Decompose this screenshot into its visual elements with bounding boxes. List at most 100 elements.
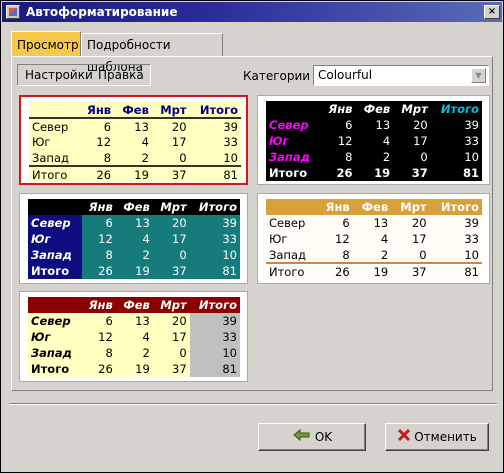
header-cell: Фев — [115, 199, 153, 215]
ok-label: OK — [314, 430, 333, 444]
value-cell: 17 — [393, 133, 431, 149]
value-cell: 33 — [430, 133, 482, 149]
value-cell: 13 — [115, 313, 153, 329]
header-cell: Мрт — [391, 199, 430, 215]
close-icon[interactable]: × — [484, 5, 500, 19]
value-cell: 20 — [151, 118, 190, 134]
value-cell: 0 — [391, 247, 430, 263]
value-cell: 19 — [115, 361, 153, 377]
value-cell: 6 — [320, 117, 356, 133]
format-sample-5[interactable]: Янв Фев Мрт Итого Север 6 13 20 39 Юг 12 4 17 33 Запад… — [19, 291, 248, 382]
value-cell: 39 — [429, 215, 482, 231]
chevron-down-icon[interactable]: ▼ — [471, 68, 486, 83]
header-row: Янв Фев Мрт Итого — [28, 199, 240, 215]
value-cell: 2 — [355, 149, 394, 165]
row-label: Запад — [266, 149, 321, 165]
value-cell: 39 — [189, 313, 240, 329]
value-cell: 81 — [429, 262, 482, 279]
menu-bar: Настройки Правка — [17, 64, 151, 86]
table-row: Юг 12 4 17 33 — [28, 329, 240, 345]
header-row: Янв Фев Мрт Итого — [28, 297, 240, 313]
value-cell: 81 — [189, 361, 240, 377]
sample-table: Янв Фев Мрт Итого Север 6 13 20 39 Юг 12 4 17 33 Запад… — [28, 199, 240, 279]
value-cell: 12 — [81, 231, 116, 247]
value-cell: 37 — [391, 262, 430, 279]
table-row: Север 6 13 20 39 — [28, 313, 240, 329]
table-row: Север 6 13 20 39 — [266, 117, 482, 133]
header-cell: Фев — [352, 199, 392, 215]
menu-settings[interactable]: Настройки — [25, 68, 93, 82]
row-label: Запад — [29, 150, 80, 166]
ok-button[interactable]: OK — [258, 423, 366, 451]
cancel-button[interactable]: Отменить — [385, 423, 489, 451]
value-cell: 13 — [352, 215, 392, 231]
value-cell: 8 — [79, 150, 115, 166]
format-sample-2[interactable]: Янв Фев Мрт Итого Север 6 13 20 39 Юг 12 4 17 33 Запад… — [257, 95, 490, 185]
value-cell: 19 — [352, 262, 392, 279]
header-cell — [266, 101, 321, 117]
format-sample-3[interactable]: Янв Фев Мрт Итого Север 6 13 20 39 Юг 12 4 17 33 Запад… — [19, 193, 248, 284]
value-cell: 10 — [189, 345, 240, 361]
table-row: Итого 26 19 37 81 — [28, 361, 240, 377]
row-label: Север — [28, 215, 82, 231]
value-cell: 26 — [316, 262, 353, 279]
header-cell: Итого — [189, 102, 241, 119]
format-sample-1[interactable]: Янв Фев Мрт Итого Север 6 13 20 39 Юг 12 4 17 33 Запад… — [19, 95, 248, 185]
value-cell: 33 — [429, 231, 482, 247]
value-cell: 26 — [81, 263, 116, 279]
value-cell: 2 — [352, 247, 392, 263]
header-cell: Янв — [81, 199, 116, 215]
table-row: Запад 8 2 0 10 — [28, 247, 240, 263]
value-cell: 19 — [115, 263, 153, 279]
table-row: Север 6 13 20 39 — [28, 215, 240, 231]
menu-edit[interactable]: Правка — [98, 68, 144, 82]
table-row: Юг 12 4 17 33 — [29, 134, 241, 150]
ok-icon — [292, 425, 312, 451]
sample-table: Янв Фев Мрт Итого Север 6 13 20 39 Юг 12 4 17 33 Запад… — [266, 101, 482, 181]
table-row: Итого 26 19 37 81 — [29, 165, 241, 182]
window-title: Автоформатирование — [26, 5, 178, 19]
row-label: Юг — [28, 329, 82, 345]
row-label: Запад — [28, 345, 82, 361]
table-row: Запад 8 2 0 10 — [266, 247, 482, 263]
app-icon — [6, 5, 20, 19]
value-cell: 37 — [152, 361, 190, 377]
value-cell: 8 — [316, 247, 353, 263]
format-sample-4[interactable]: Янв Фев Мрт Итого Север 6 13 20 39 Юг 12 4 17 33 Запад… — [257, 193, 490, 284]
row-label: Запад — [28, 247, 82, 263]
row-label: Запад — [266, 247, 317, 263]
category-label: Категории — [243, 69, 311, 83]
value-cell: 8 — [320, 149, 356, 165]
header-cell: Янв — [81, 297, 116, 313]
value-cell: 81 — [189, 263, 240, 279]
sample-table: Янв Фев Мрт Итого Север 6 13 20 39 Юг 12 4 17 33 Запад… — [28, 297, 240, 377]
value-cell: 12 — [316, 231, 353, 247]
value-cell: 6 — [316, 215, 353, 231]
value-cell: 0 — [152, 247, 190, 263]
value-cell: 20 — [391, 215, 430, 231]
table-row: Запад 8 2 0 10 — [29, 150, 241, 166]
tab-template-details[interactable]: Подробности шаблона — [81, 33, 223, 74]
header-cell: Янв — [320, 101, 356, 117]
table-row: Итого 26 19 37 81 — [266, 165, 482, 181]
value-cell: 26 — [79, 165, 115, 182]
value-cell: 10 — [189, 247, 240, 263]
value-cell: 2 — [115, 345, 153, 361]
value-cell: 4 — [352, 231, 392, 247]
value-cell: 37 — [151, 165, 190, 182]
table-row: Запад 8 2 0 10 — [28, 345, 240, 361]
title-bar[interactable]: Автоформатирование × — [2, 2, 502, 22]
header-cell — [28, 199, 82, 215]
value-cell: 2 — [115, 247, 153, 263]
category-select[interactable]: Colourful ▼ — [313, 65, 489, 86]
header-row: Янв Фев Мрт Итого — [29, 102, 241, 119]
value-cell: 12 — [81, 329, 116, 345]
tab-preview[interactable]: Просмотр — [11, 31, 81, 57]
header-cell: Итого — [189, 199, 240, 215]
header-cell — [28, 297, 82, 313]
value-cell: 20 — [152, 215, 190, 231]
value-cell: 81 — [430, 165, 482, 181]
value-cell: 33 — [189, 134, 241, 150]
value-cell: 8 — [81, 247, 116, 263]
value-cell: 17 — [391, 231, 430, 247]
